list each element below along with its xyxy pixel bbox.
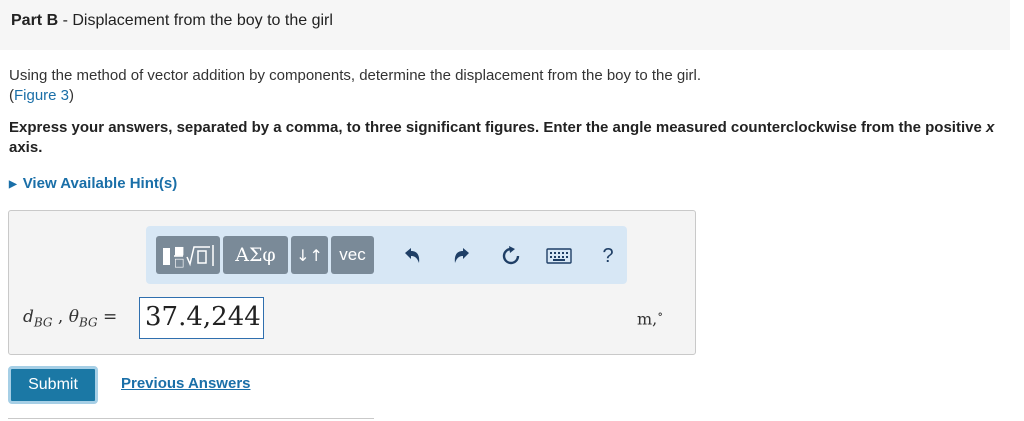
figure-reference: (Figure 3) xyxy=(9,86,701,106)
keyboard-icon xyxy=(546,248,572,264)
previous-answers-link[interactable]: Previous Answers xyxy=(121,375,251,392)
templates-button[interactable]: ■ □ xyxy=(156,236,220,274)
question-text: Using the method of vector addition by c… xyxy=(9,66,701,106)
redo-icon xyxy=(454,248,469,263)
hints-label: View Available Hint(s) xyxy=(22,175,178,192)
redo-button[interactable] xyxy=(450,244,474,268)
part-title-text: Displacement from the boy to the girl xyxy=(72,12,333,29)
d-variable: d xyxy=(23,307,34,327)
reset-button[interactable] xyxy=(499,244,523,268)
d-subscript: BG xyxy=(33,315,53,330)
reset-icon xyxy=(502,246,520,265)
view-hints-link[interactable]: ▶ View Available Hint(s) xyxy=(9,175,177,192)
question-sentence: Using the method of vector addition by c… xyxy=(9,67,702,84)
theta-subscript: BG xyxy=(79,315,98,330)
submit-button[interactable]: Submit xyxy=(8,366,98,404)
divider xyxy=(8,418,374,419)
math-toolbar: ■ □ ΑΣφ ↓↑ vec ? xyxy=(146,226,627,284)
unit-meters: m, xyxy=(637,309,658,329)
answer-instructions: Express your answers, separated by a com… xyxy=(9,118,999,158)
title-separator: - xyxy=(58,12,73,29)
help-button[interactable]: ? xyxy=(596,244,620,268)
answer-label: dBG , θBG = xyxy=(23,307,117,329)
subscript-superscript-button[interactable]: ↓↑ xyxy=(291,236,328,274)
part-header: Part B - Displacement from the boy to th… xyxy=(0,0,1010,50)
keyboard-button[interactable] xyxy=(545,244,573,268)
vector-button[interactable]: vec xyxy=(331,236,374,274)
undo-button[interactable] xyxy=(400,244,424,268)
units-label: m,∘ xyxy=(637,307,663,328)
greek-symbols-button[interactable]: ΑΣφ xyxy=(223,236,288,274)
instructions-text-2: axis. xyxy=(9,139,43,156)
templates-icon: ■ □ xyxy=(163,244,214,268)
equals-sign: = xyxy=(97,307,118,327)
unit-degrees: ∘ xyxy=(657,307,664,321)
instructions-text-1: Express your answers, separated by a com… xyxy=(9,119,986,136)
label-comma: , xyxy=(52,307,69,327)
figure-link[interactable]: Figure 3 xyxy=(14,87,69,104)
part-title: Part B - Displacement from the boy to th… xyxy=(11,12,333,30)
answer-input[interactable]: 37.4,244 xyxy=(139,297,264,339)
theta-variable: θ xyxy=(68,307,79,327)
answer-panel: ■ □ ΑΣφ ↓↑ vec ? dBG , θBG = 37.4,244 m,… xyxy=(8,210,696,355)
instructions-variable: x xyxy=(985,119,995,136)
svg-text:□: □ xyxy=(174,256,184,268)
part-label: Part B xyxy=(11,12,59,29)
triangle-right-icon: ▶ xyxy=(9,179,17,190)
figure-paren-close: ) xyxy=(69,87,75,104)
undo-icon xyxy=(405,248,420,263)
